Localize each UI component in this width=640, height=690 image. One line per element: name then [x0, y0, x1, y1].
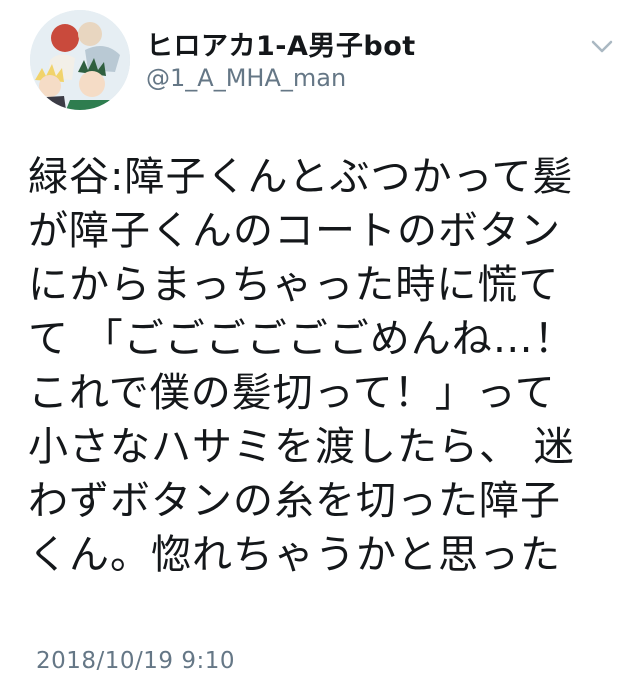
tweet-line: 小さなハサミを渡したら、 迷 [28, 424, 575, 470]
tweet-line: くん。惚れちゃうかと思った [28, 532, 561, 578]
avatar-image [30, 10, 130, 110]
tweet-line: にからまっちゃった時に慌て [28, 262, 560, 308]
tweet-text: 緑谷:障子くんとぶつかって髪 が障子くんのコートのボタン にからまっちゃった時に… [28, 150, 628, 582]
tweet-line: て 「ごごごごごごめんね…！ [28, 316, 575, 362]
tweet-line: 緑谷:障子くんとぶつかって髪 [28, 154, 574, 200]
chevron-down-icon[interactable] [588, 36, 616, 58]
profile-avatar[interactable] [30, 10, 130, 110]
tweet-line: わずボタンの糸を切った障子 [28, 478, 561, 524]
user-handle[interactable]: @1_A_MHA_man [146, 64, 346, 92]
tweet-line: が障子くんのコートのボタン [28, 208, 561, 254]
tweet-timestamp[interactable]: 2018/10/19 9:10 [36, 648, 235, 674]
display-name[interactable]: ヒロアカ1-A男子bot [146, 24, 416, 63]
tweet-line: これで僕の髪切って！」って [28, 370, 556, 416]
